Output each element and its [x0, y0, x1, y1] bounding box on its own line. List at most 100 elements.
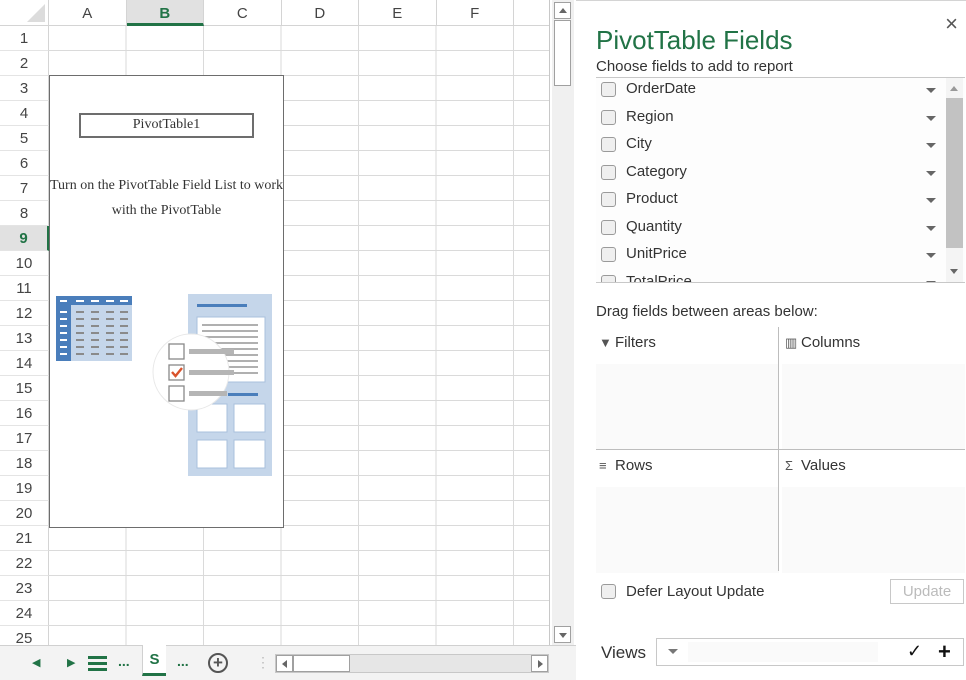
scroll-left-button[interactable] [276, 655, 293, 672]
field-item[interactable]: Quantity [596, 216, 944, 243]
row-header-23[interactable]: 23 [0, 576, 49, 601]
next-sheet-button[interactable]: ▶ [67, 656, 75, 669]
column-header-d[interactable]: D [281, 0, 359, 26]
pane-title: PivotTable Fields [596, 25, 793, 55]
row-header-15[interactable]: 15 [0, 376, 49, 401]
column-header-g[interactable] [514, 0, 549, 26]
field-item[interactable]: UnitPrice [596, 243, 944, 270]
field-item[interactable]: City [596, 133, 944, 160]
vertical-scroll-thumb[interactable] [554, 20, 571, 86]
spreadsheet-grid[interactable]: ABCDEF 1 2 3 4 5 6 7 8 9 10 11 12 13 14 15 16 17 18 19 20 21… [0, 0, 550, 645]
sheet-horizontal-scrollbar[interactable] [275, 654, 549, 673]
rows-drop-zone[interactable] [596, 487, 779, 573]
field-dropdown-icon[interactable] [926, 198, 936, 203]
field-label: Region [626, 107, 674, 125]
scroll-down-button[interactable] [554, 626, 571, 643]
field-dropdown-icon[interactable] [926, 143, 936, 148]
column-header-c[interactable]: C [204, 0, 282, 26]
column-header-a[interactable]: A [49, 0, 127, 26]
row-header-1[interactable]: 1 [0, 26, 49, 51]
select-all-corner[interactable] [0, 0, 49, 26]
arrow-up-icon[interactable] [950, 86, 958, 91]
row-header-2[interactable]: 2 [0, 51, 49, 76]
field-item[interactable]: TotalPrice [596, 271, 944, 282]
field-item[interactable]: Region [596, 106, 944, 133]
row-header-11[interactable]: 11 [0, 276, 49, 301]
close-icon: × [945, 11, 958, 36]
row-header-5[interactable]: 5 [0, 126, 49, 151]
field-checkbox[interactable] [601, 109, 616, 125]
row-header-12[interactable]: 12 [0, 301, 49, 326]
row-header-19[interactable]: 19 [0, 476, 49, 501]
row-header-6[interactable]: 6 [0, 151, 49, 176]
field-checkbox[interactable] [601, 247, 616, 262]
row-header-21[interactable]: 21 [0, 526, 49, 551]
field-item[interactable]: Category [596, 161, 944, 188]
field-list-scrollbar[interactable] [946, 78, 963, 282]
row-header-18[interactable]: 18 [0, 451, 49, 476]
sheet-vertical-scrollbar[interactable] [552, 0, 574, 645]
scroll-right-button[interactable] [531, 655, 548, 672]
field-dropdown-icon[interactable] [926, 88, 936, 93]
close-pane-button[interactable]: × [945, 11, 958, 37]
field-dropdown-icon[interactable] [926, 170, 936, 176]
field-item[interactable]: OrderDate [596, 78, 944, 105]
defer-layout-update[interactable]: Defer Layout Update [596, 581, 856, 605]
row-header-13[interactable]: 13 [0, 326, 49, 351]
row-header-9[interactable]: 9 [0, 226, 49, 251]
field-item[interactable]: Product [596, 188, 944, 215]
row-header-10[interactable]: 10 [0, 251, 49, 276]
column-header-e[interactable]: E [359, 0, 437, 26]
row-header-20[interactable]: 20 [0, 501, 49, 526]
row-header-7[interactable]: 7 [0, 176, 49, 201]
row-header-24[interactable]: 24 [0, 601, 49, 626]
field-checkbox[interactable] [601, 219, 616, 235]
views-selector[interactable]: ✓ + [656, 638, 964, 666]
field-label: Category [626, 162, 687, 180]
field-dropdown-icon[interactable] [926, 225, 936, 231]
field-label: Product [626, 190, 678, 207]
field-checkbox[interactable] [601, 137, 616, 152]
row-header-25[interactable]: 25 [0, 626, 49, 645]
sheet-tab-active[interactable]: S [142, 645, 166, 676]
update-button[interactable]: Update [890, 579, 964, 604]
field-dropdown-icon[interactable] [926, 115, 936, 121]
tab-splitter-handle[interactable]: ⋮ [256, 654, 270, 671]
arrow-down-icon[interactable] [950, 269, 958, 274]
field-checkbox[interactable] [601, 274, 616, 282]
field-list[interactable]: OrderDate Region City Category Product Quanti… [596, 77, 965, 283]
row-header-8[interactable]: 8 [0, 201, 49, 226]
views-apply-button[interactable]: ✓ [907, 641, 922, 662]
row-header-22[interactable]: 22 [0, 551, 49, 576]
add-sheet-button[interactable]: + [208, 653, 228, 673]
views-input[interactable] [688, 642, 878, 662]
filters-drop-zone[interactable] [596, 364, 779, 450]
pivot-table-placeholder[interactable]: PivotTable1 Turn on the PivotTable Field… [49, 75, 284, 528]
views-dropdown-button[interactable] [668, 649, 678, 654]
row-header-17[interactable]: 17 [0, 426, 49, 451]
more-sheets-right-button[interactable]: ... [177, 653, 189, 669]
row-header-4[interactable]: 4 [0, 101, 49, 126]
field-checkbox[interactable] [601, 82, 616, 97]
pivot-table-name: PivotTable1 [79, 113, 254, 138]
field-list-scroll-thumb[interactable] [946, 98, 963, 248]
row-header-14[interactable]: 14 [0, 351, 49, 376]
row-header-16[interactable]: 16 [0, 401, 49, 426]
sheet-tab-bar: ◀ ▶ ... S ... + ⋮ [0, 645, 576, 680]
row-header-3[interactable]: 3 [0, 76, 49, 101]
scroll-up-button[interactable] [554, 2, 571, 19]
horizontal-scroll-thumb[interactable] [293, 655, 350, 672]
prev-sheet-button[interactable]: ◀ [32, 656, 40, 669]
field-checkbox[interactable] [601, 164, 616, 180]
column-header-f[interactable]: F [436, 0, 514, 26]
all-sheets-menu-button[interactable] [88, 656, 107, 672]
columns-drop-zone[interactable] [782, 364, 965, 450]
field-dropdown-icon[interactable] [926, 253, 936, 258]
field-checkbox[interactable] [601, 192, 616, 207]
values-drop-zone[interactable] [782, 487, 965, 573]
field-dropdown-icon[interactable] [926, 280, 936, 282]
views-add-button[interactable]: + [938, 639, 951, 665]
defer-layout-checkbox[interactable] [601, 584, 616, 599]
column-header-b[interactable]: B [126, 0, 204, 26]
more-sheets-left-button[interactable]: ... [118, 653, 130, 669]
